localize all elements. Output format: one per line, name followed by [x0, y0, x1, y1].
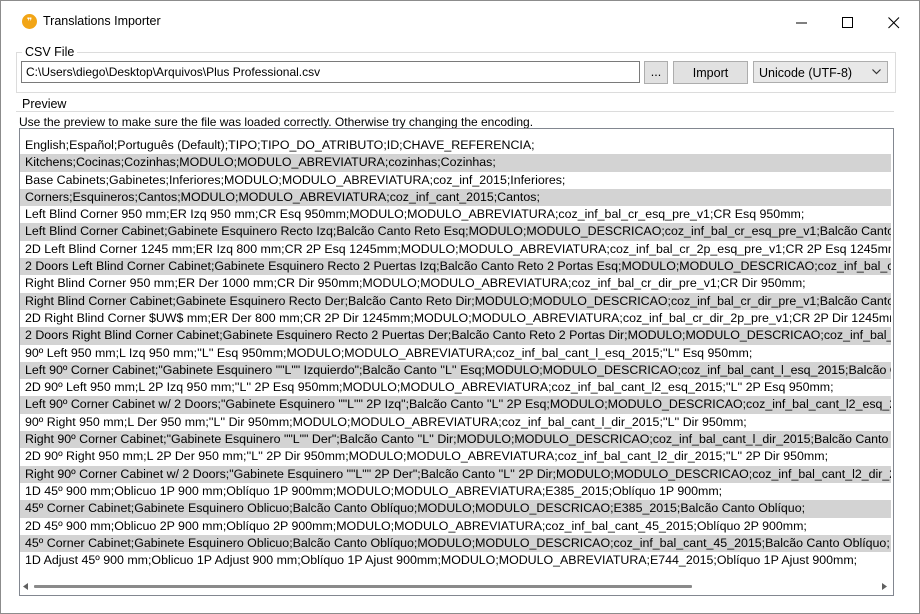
chat-bubble-icon: ❞ [22, 14, 37, 29]
csv-file-label: CSV File [22, 45, 78, 59]
preview-line: Corners;Esquineros;Cantos;MODULO;MODULO_… [20, 188, 891, 207]
maximize-button[interactable] [825, 1, 871, 45]
preview-hint: Use the preview to make sure the file wa… [19, 115, 534, 129]
encoding-value: Unicode (UTF-8) [759, 66, 853, 80]
scrollbar-thumb[interactable] [34, 585, 692, 588]
minimize-icon [796, 22, 807, 24]
window-title: Translations Importer [43, 14, 161, 28]
preview-line: Left 90º Corner Cabinet w/ 2 Doors;"Gabi… [20, 396, 891, 414]
preview-group [16, 111, 894, 113]
horizontal-scrollbar[interactable] [20, 578, 893, 595]
preview-line: Right Blind Corner 950 mm;ER Der 1000 mm… [25, 276, 806, 291]
browse-button[interactable]: ... [644, 61, 668, 84]
preview-line: Left Blind Corner Cabinet;Gabinete Esqui… [20, 223, 891, 241]
close-icon [888, 17, 900, 29]
preview-line: 2D Left Blind Corner 1245 mm;ER Izq 800 … [25, 241, 891, 256]
preview-textbox[interactable]: English;Español;Português (Default);TIPO… [19, 128, 894, 596]
preview-line: Left Blind Corner 950 mm;ER Izq 950 mm;C… [25, 207, 805, 222]
maximize-icon [842, 17, 853, 28]
chevron-down-icon [872, 69, 881, 75]
preview-line: Left 90º Corner Cabinet;"Gabinete Esquin… [20, 361, 891, 380]
preview-line: Base Cabinets;Gabinetes;Inferiores;MODUL… [25, 172, 566, 187]
scroll-right-icon[interactable] [882, 583, 888, 590]
import-button[interactable]: Import [673, 61, 748, 84]
preview-line: Right 90º Corner Cabinet w/ 2 Doors;"Gab… [20, 465, 891, 483]
preview-line: Right 90º Corner Cabinet;"Gabinete Esqui… [20, 431, 891, 449]
preview-line: 1D 45º 900 mm;Oblicuo 1P 900 mm;Oblíquo … [25, 483, 723, 498]
preview-line: 2 Doors Right Blind Corner Cabinet;Gabin… [20, 327, 891, 345]
preview-line: 1D Adjust 45º 900 mm;Oblicuo 1P Adjust 9… [25, 553, 858, 568]
encoding-select[interactable]: Unicode (UTF-8) [753, 61, 888, 83]
preview-line: 90º Left 950 mm;L Izq 950 mm;''L'' Esq 9… [25, 345, 753, 360]
preview-line: 2D 90º Right 950 mm;L 2P Der 950 mm;''L'… [25, 449, 829, 464]
title-bar[interactable]: ❞ Translations Importer [1, 1, 919, 45]
preview-line: 2D Right Blind Corner $UW$ mm;ER Der 800… [25, 310, 891, 325]
preview-line: 45º Corner Cabinet;Gabinete Esquinero Ob… [20, 534, 891, 553]
scroll-left-icon[interactable] [23, 583, 29, 590]
preview-line: Right Blind Corner Cabinet;Gabinete Esqu… [20, 292, 891, 310]
translations-importer-window: ❞ Translations Importer CSV File C:\User… [0, 0, 920, 614]
csv-path-input[interactable]: C:\Users\diego\Desktop\Arquivos\Plus Pro… [21, 61, 640, 83]
preview-line: 2 Doors Left Blind Corner Cabinet;Gabine… [20, 258, 891, 276]
close-button[interactable] [871, 1, 917, 45]
preview-line: Kitchens;Cocinas;Cozinhas;MODULO;MODULO_… [20, 154, 891, 172]
preview-line: 2D 90º Left 950 mm;L 2P Izq 950 mm;''L''… [25, 380, 834, 395]
preview-line: 45º Corner Cabinet;Gabinete Esquinero Ob… [20, 500, 891, 518]
preview-line: 2D 45º 900 mm;Oblicuo 2P 900 mm;Oblíquo … [25, 518, 807, 533]
preview-label: Preview [19, 97, 70, 111]
preview-line: 90º Right 950 mm;L Der 950 mm;''L'' Dir … [25, 414, 747, 429]
preview-line: English;Español;Português (Default);TIPO… [25, 138, 535, 152]
minimize-button[interactable] [779, 1, 825, 45]
preview-lines: English;Español;Português (Default);TIPO… [20, 137, 891, 569]
